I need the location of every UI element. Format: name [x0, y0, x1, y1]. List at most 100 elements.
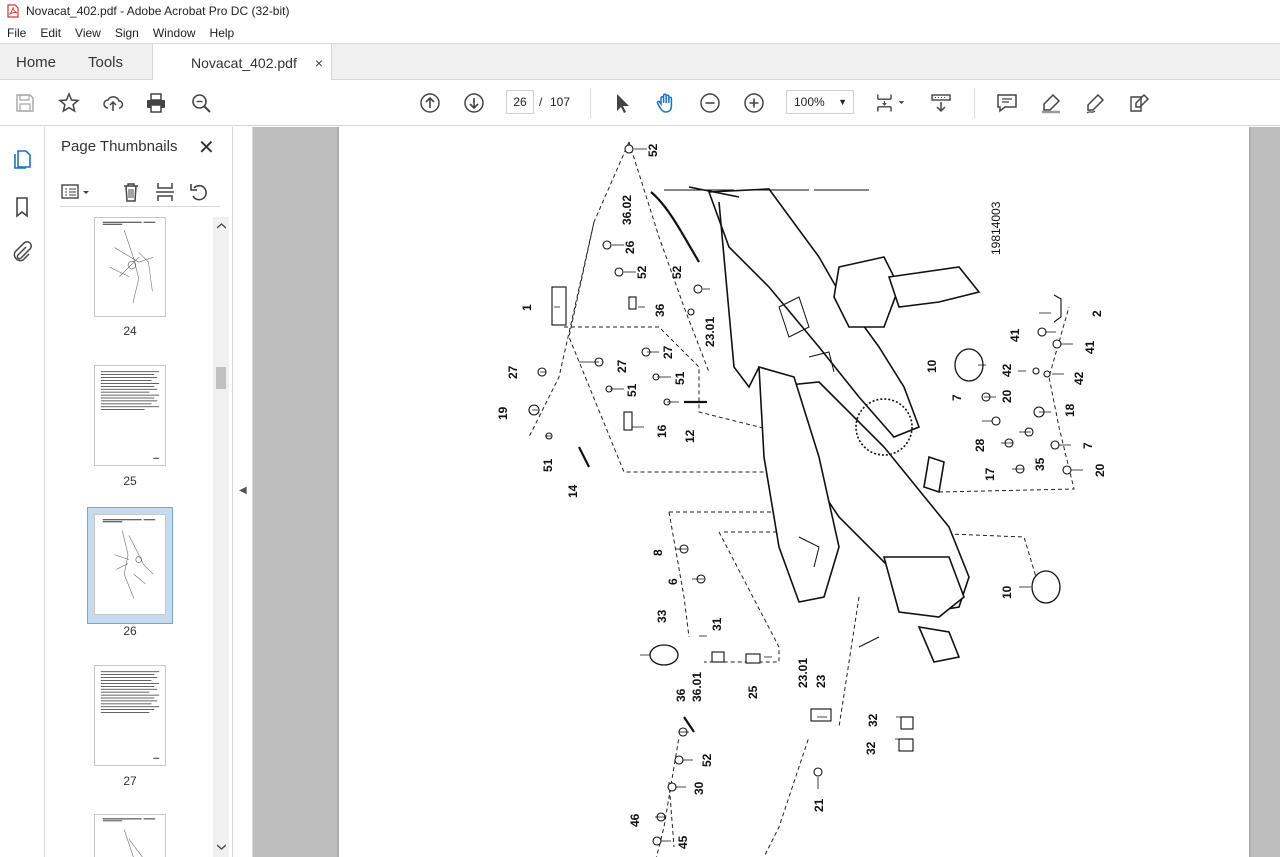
callout: 16 — [655, 424, 669, 438]
callout: 36.01 — [690, 672, 704, 702]
callout: 36 — [674, 688, 688, 702]
callout: 52 — [670, 265, 684, 279]
callout: 19 — [496, 406, 510, 420]
menu-file[interactable]: File — [0, 26, 33, 40]
menu-window[interactable]: Window — [146, 26, 203, 40]
tab-home[interactable]: Home — [16, 44, 56, 80]
highlight-icon[interactable] — [1039, 91, 1063, 115]
zoom-in-icon[interactable] — [742, 91, 766, 115]
menu-bar: File Edit View Sign Window Help — [0, 22, 1280, 43]
bookmarks-icon[interactable] — [10, 195, 34, 219]
callout: 35 — [1033, 457, 1047, 471]
callout: 52 — [700, 753, 714, 767]
pages-icon[interactable] — [10, 147, 34, 171]
tab-close-icon[interactable]: × — [315, 55, 323, 71]
draw-icon[interactable] — [1083, 91, 1107, 115]
panel-title: Page Thumbnails — [61, 138, 178, 155]
callout: 51 — [625, 383, 639, 397]
print-icon[interactable] — [144, 91, 168, 115]
fill-sign-icon[interactable] — [1127, 91, 1151, 115]
callout: 26 — [623, 240, 637, 254]
callout: 6 — [666, 578, 680, 585]
panel-toolbar — [60, 181, 220, 207]
exploded-parts-drawing: 52 36.02 26 52 52 36 23.01 1 27 27 27 51… — [496, 141, 1107, 857]
callout: 28 — [973, 438, 987, 452]
thumbnail-list: 24 25 26 27 — [45, 217, 213, 857]
callout: 32 — [866, 713, 880, 727]
callout: 12 — [683, 429, 697, 443]
zoom-level-select[interactable]: 100% ▼ — [786, 90, 854, 114]
thumbnail-label: 25 — [123, 474, 137, 488]
callout: 46 — [628, 813, 642, 827]
menu-edit[interactable]: Edit — [33, 26, 68, 40]
callout: 42 — [1072, 371, 1086, 385]
window-title: Novacat_402.pdf - Adobe Acrobat Pro DC (… — [26, 4, 290, 18]
callout: 33 — [655, 609, 669, 623]
page-thumbnail-28[interactable] — [94, 814, 166, 857]
callout: 23 — [814, 674, 828, 688]
comment-icon[interactable] — [995, 91, 1019, 115]
rotate-page-icon[interactable] — [188, 181, 210, 203]
attachments-icon[interactable] — [10, 240, 34, 264]
callout: 42 — [1000, 363, 1014, 377]
select-arrow-icon[interactable] — [610, 91, 634, 115]
callout: 27 — [661, 345, 675, 359]
document-canvas[interactable]: 52 36.02 26 52 52 36 23.01 1 27 27 27 51… — [253, 127, 1280, 857]
left-navigation-rail — [0, 127, 45, 857]
hand-icon[interactable] — [654, 91, 678, 115]
save-icon[interactable] — [13, 91, 37, 115]
scroll-up-icon[interactable] — [217, 223, 226, 229]
scroll-down-icon[interactable] — [217, 844, 226, 850]
callout: 10 — [925, 359, 939, 373]
bookmark-star-icon[interactable] — [57, 91, 81, 115]
callout: 25 — [746, 685, 760, 699]
callout: 32 — [864, 741, 878, 755]
close-icon[interactable]: ✕ — [198, 135, 215, 160]
chevron-down-icon: ▼ — [838, 97, 847, 107]
callout: 7 — [950, 394, 964, 401]
callout: 51 — [673, 371, 687, 385]
tab-bar: Home Tools Novacat_402.pdf × — [0, 43, 1280, 81]
page-thumbnail-24[interactable] — [94, 217, 166, 317]
page-thumbnail-25[interactable] — [94, 365, 166, 466]
pdf-page: 52 36.02 26 52 52 36 23.01 1 27 27 27 51… — [339, 127, 1249, 857]
callout: 2 — [1090, 310, 1104, 317]
page-number-input[interactable]: 26 — [506, 90, 534, 114]
callout: 10 — [1000, 585, 1014, 599]
delete-page-icon[interactable] — [120, 181, 142, 203]
menu-view[interactable]: View — [68, 26, 108, 40]
tab-tools[interactable]: Tools — [88, 44, 123, 80]
page-total: 107 — [550, 95, 571, 109]
callout: 14 — [566, 484, 580, 498]
page-thumbnail-26[interactable] — [94, 514, 166, 615]
callout: 51 — [541, 458, 555, 472]
panel-collapse-handle[interactable]: ◀ — [233, 127, 253, 857]
find-icon[interactable] — [189, 91, 213, 115]
fit-page-icon[interactable] — [874, 91, 910, 115]
callout: 17 — [983, 467, 997, 481]
scrollbar-thumb[interactable] — [216, 367, 226, 389]
zoom-out-icon[interactable] — [698, 91, 722, 115]
options-menu-icon[interactable] — [60, 181, 89, 203]
zoom-level-value: 100% — [794, 95, 825, 109]
tab-document[interactable]: Novacat_402.pdf × — [152, 44, 332, 81]
callout: 7 — [1081, 442, 1095, 449]
menu-help[interactable]: Help — [203, 26, 242, 40]
next-page-icon[interactable] — [462, 91, 486, 115]
callout: 41 — [1083, 340, 1097, 354]
window-titlebar: Novacat_402.pdf - Adobe Acrobat Pro DC (… — [0, 0, 1280, 22]
page-thumbnail-27[interactable] — [94, 665, 166, 766]
prev-page-icon[interactable] — [418, 91, 442, 115]
thumbnail-scrollbar[interactable] — [213, 217, 229, 857]
callout: 52 — [635, 265, 649, 279]
callout: 36.02 — [620, 195, 634, 225]
toolbar-divider — [590, 88, 591, 118]
callout: 18 — [1063, 403, 1077, 417]
upload-icon[interactable] — [101, 91, 125, 115]
callout: 30 — [692, 781, 706, 795]
callout: 31 — [710, 617, 724, 631]
menu-sign[interactable]: Sign — [108, 26, 146, 40]
chevron-left-icon: ◀ — [239, 485, 247, 496]
extract-page-icon[interactable] — [154, 181, 176, 203]
scroll-mode-icon[interactable] — [929, 91, 953, 115]
